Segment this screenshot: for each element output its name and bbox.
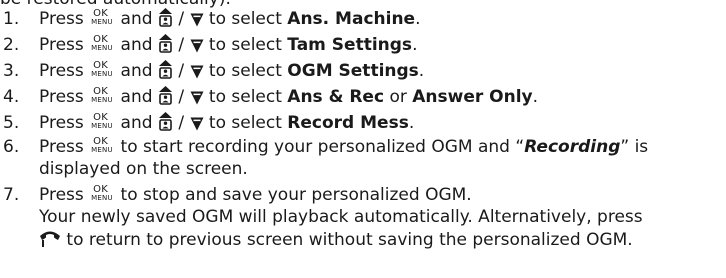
down-key-icon [190, 117, 203, 131]
step-number: 5. [3, 113, 20, 133]
up-phonebook-key-icon [158, 34, 172, 53]
step-text: Press OK MENU and / to select Tam Setting… [39, 34, 418, 55]
ok-menu-key-icon: OK MENU [91, 8, 113, 26]
menu-option: Tam Settings [287, 35, 413, 55]
up-phonebook-key-icon [158, 112, 172, 131]
ok-menu-key-icon: OK MENU [91, 60, 113, 78]
up-phonebook-key-icon [158, 8, 172, 27]
step-number: 2. [3, 35, 20, 55]
down-key-icon [190, 91, 203, 105]
step-text: Press OK MENU and / to select Ans & Rec o… [39, 86, 539, 107]
menu-option: Record Mess [287, 113, 409, 133]
previous-text-fragment: be restored automatically). [0, 0, 726, 8]
step-number: 1. [3, 9, 20, 29]
menu-option: Ans & Rec [287, 87, 385, 107]
ok-menu-key-icon: OK MENU [91, 136, 113, 154]
step-number: 6. [3, 137, 20, 157]
step-text: Press OK MENU to start recording your per… [39, 136, 649, 180]
menu-option: OGM Settings [287, 61, 419, 81]
menu-option-alt: Answer Only [412, 87, 533, 107]
ok-menu-key-icon: OK MENU [91, 112, 113, 130]
step-number: 4. [3, 87, 20, 107]
up-phonebook-key-icon [158, 86, 172, 105]
ok-menu-key-icon: OK MENU [91, 184, 113, 202]
step-number: 7. [3, 185, 20, 205]
ok-menu-key-icon: OK MENU [91, 34, 113, 52]
end-call-phone-icon [40, 231, 60, 247]
down-key-icon [190, 13, 203, 27]
down-key-icon [190, 39, 203, 53]
step-text: Press OK MENU to stop and save your perso… [39, 184, 643, 251]
step-text: Press OK MENU and / to select OGM Setting… [39, 60, 425, 81]
menu-option: Ans. Machine [287, 9, 416, 29]
step-number: 3. [3, 61, 20, 81]
screen-message: Recording [524, 137, 621, 157]
step-text: Press OK MENU and / to select Record Mess… [39, 112, 415, 133]
ok-menu-key-icon: OK MENU [91, 86, 113, 104]
step-text: Press OK MENU and / to select Ans. Machin… [39, 8, 421, 29]
down-key-icon [190, 65, 203, 79]
up-phonebook-key-icon [158, 60, 172, 79]
